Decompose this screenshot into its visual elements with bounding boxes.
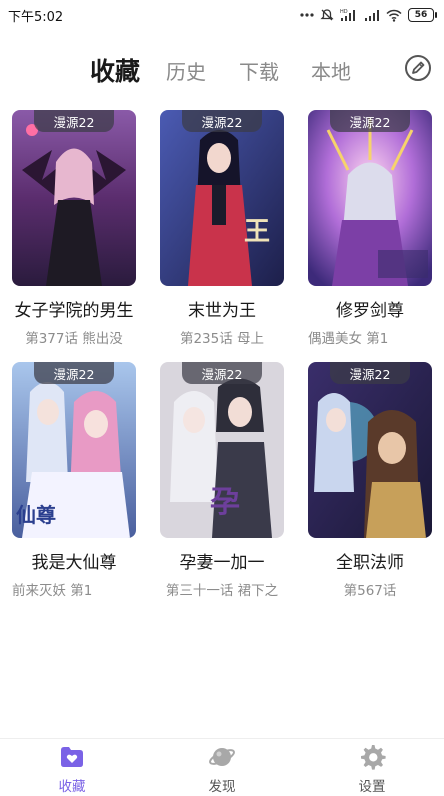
svg-text:王: 王 <box>244 217 270 247</box>
nav-settings[interactable]: 设置 <box>332 743 412 795</box>
comic-card[interactable]: 漫源22 修罗剑尊 偶遇美女 第1 <box>308 110 432 347</box>
nav-discover[interactable]: 发现 <box>182 743 262 795</box>
source-tag: 漫源22 <box>182 362 262 384</box>
source-tag: 漫源22 <box>34 362 114 384</box>
battery-indicator: 56 <box>408 8 437 22</box>
comic-title[interactable]: 修罗剑尊 <box>308 296 432 321</box>
nav-collect[interactable]: 收藏 <box>32 743 112 795</box>
source-tag: 漫源22 <box>34 110 114 132</box>
dots-icon <box>300 12 314 18</box>
comic-title[interactable]: 全职法师 <box>308 548 432 573</box>
comic-cover[interactable]: 仙尊 漫源22 <box>12 362 136 538</box>
status-time: 下午5:02 <box>8 9 64 25</box>
mute-bell-icon <box>320 8 334 22</box>
comic-title[interactable]: 我是大仙尊 <box>12 548 136 573</box>
planet-icon <box>208 743 236 771</box>
nav-settings-label: 设置 <box>358 779 386 795</box>
svg-text:HD: HD <box>340 9 348 15</box>
top-tab-bar: 收藏 历史 下载 本地 <box>0 46 444 94</box>
tab-local[interactable]: 本地 <box>311 56 351 85</box>
signal-icon <box>364 9 380 22</box>
comic-card[interactable]: 漫源22 女子学院的男生 第377话 熊出没 <box>12 110 136 347</box>
status-bar: 下午5:02 HD 56 <box>0 0 444 30</box>
comic-card[interactable]: 王 漫源22 末世为王 第235话 母上 <box>160 110 284 347</box>
edit-pencil-icon[interactable] <box>404 54 432 82</box>
comic-card[interactable]: 仙尊 漫源22 我是大仙尊 前来灭妖 第1 <box>12 362 136 599</box>
comic-chapter: 第377话 熊出没 <box>25 331 123 347</box>
comic-cover[interactable]: 王 漫源22 <box>160 110 284 286</box>
comic-title[interactable]: 女子学院的男生 <box>12 296 136 321</box>
tab-history[interactable]: 历史 <box>166 56 206 85</box>
comic-card[interactable]: 漫源22 全职法师 第567话 <box>308 362 432 599</box>
comic-card[interactable]: 孕 漫源22 孕妻一加一 第三十一话 裙下之 <box>160 362 284 599</box>
comic-title[interactable]: 孕妻一加一 <box>160 548 284 573</box>
comic-cover[interactable]: 孕 漫源22 <box>160 362 284 538</box>
heart-folder-icon <box>58 743 86 771</box>
comic-cover[interactable]: 漫源22 <box>12 110 136 286</box>
nav-collect-label: 收藏 <box>58 779 86 795</box>
comic-chapter: 第567话 <box>343 583 397 599</box>
comic-title[interactable]: 末世为王 <box>160 296 284 321</box>
source-tag: 漫源22 <box>182 110 262 132</box>
comic-cover[interactable]: 漫源22 <box>308 362 432 538</box>
gear-icon <box>358 743 386 771</box>
bottom-nav: 收藏 发现 设置 <box>0 738 444 796</box>
wifi-icon <box>386 9 402 22</box>
tab-download[interactable]: 下载 <box>239 56 279 85</box>
svg-text:孕: 孕 <box>210 485 240 520</box>
comic-chapter: 偶遇美女 第1 <box>308 331 389 347</box>
comic-cover[interactable]: 漫源22 <box>308 110 432 286</box>
nav-discover-label: 发现 <box>208 779 236 795</box>
comic-chapter: 第三十一话 裙下之 <box>165 583 279 599</box>
signal-hd-icon: HD <box>340 8 358 22</box>
source-tag: 漫源22 <box>330 110 410 132</box>
status-icons: HD 56 <box>300 8 437 22</box>
source-tag: 漫源22 <box>330 362 410 384</box>
svg-text:仙尊: 仙尊 <box>16 503 56 527</box>
tab-collect[interactable]: 收藏 <box>90 52 140 88</box>
comic-chapter: 前来灭妖 第1 <box>12 583 93 599</box>
comic-chapter: 第235话 母上 <box>179 331 265 347</box>
